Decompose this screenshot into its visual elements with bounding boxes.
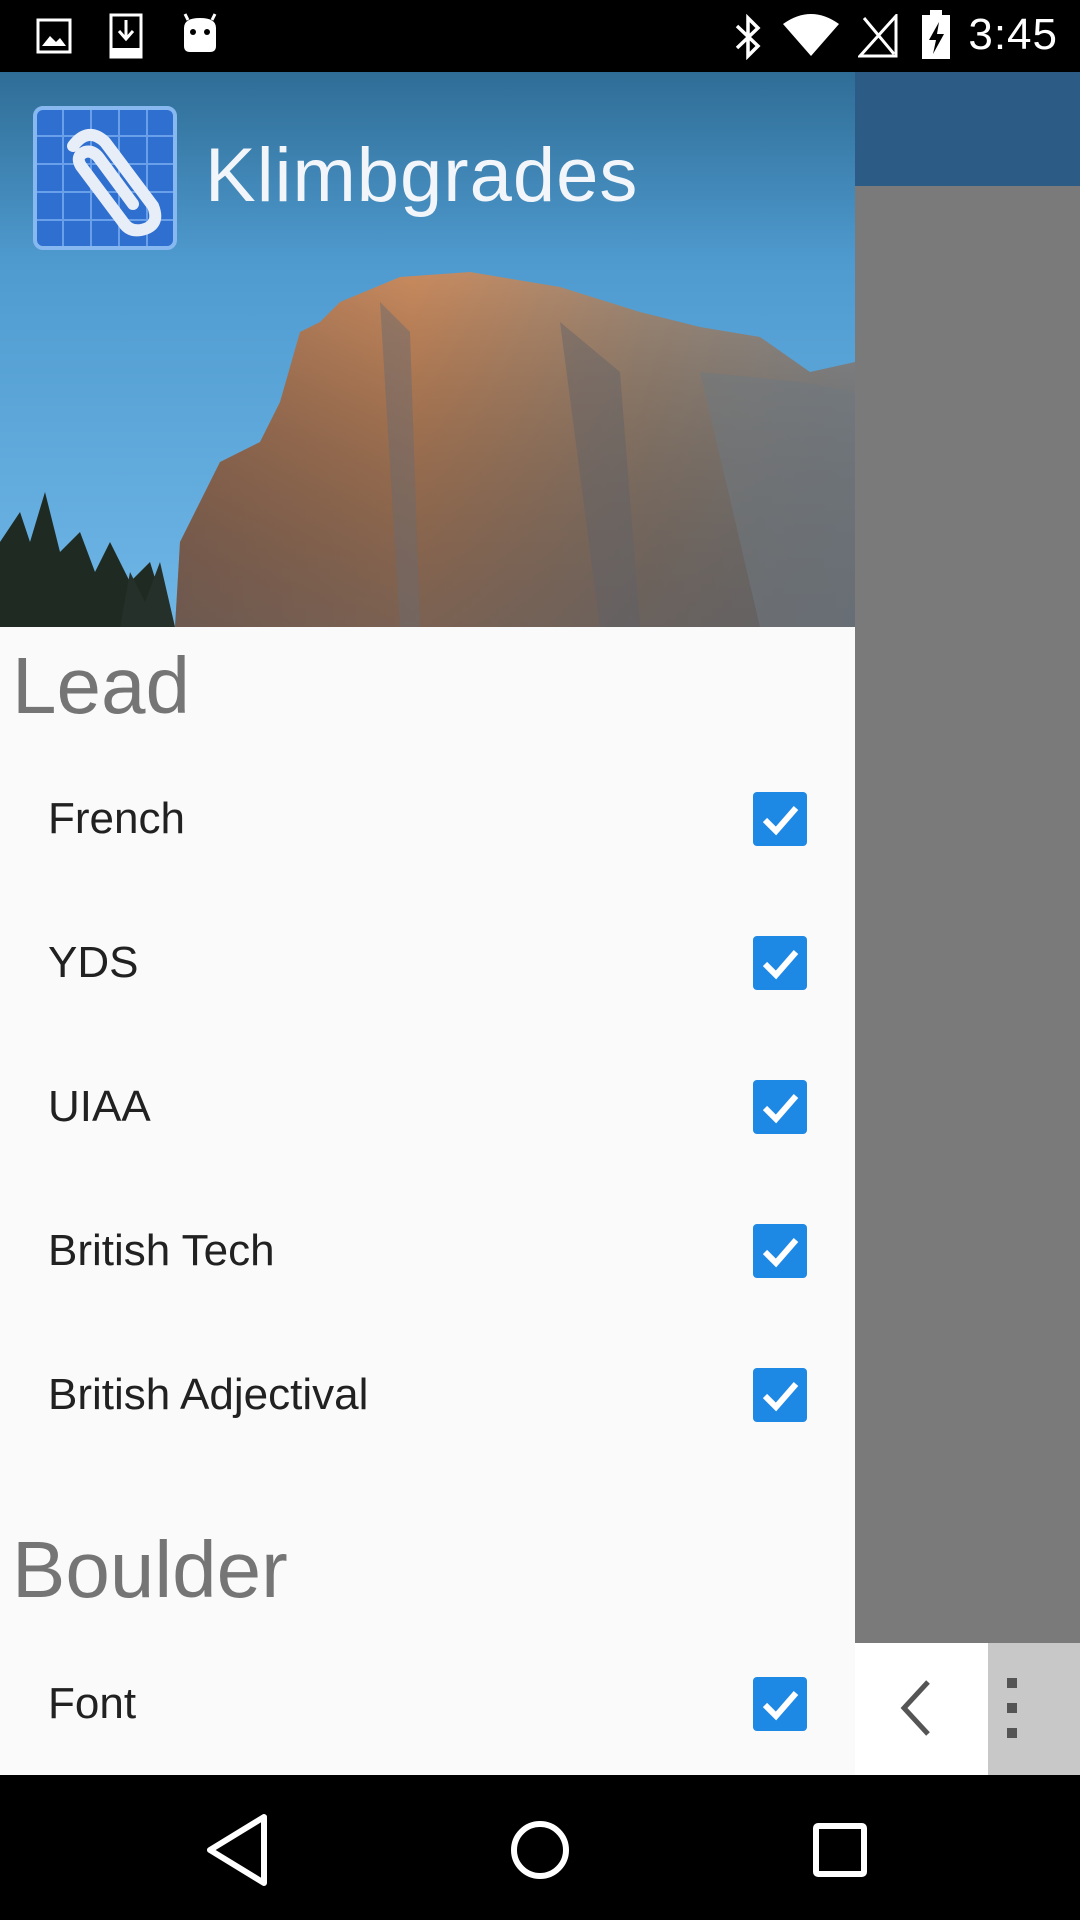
list-item-font[interactable]: Font (0, 1632, 855, 1775)
battery-charging-icon (922, 10, 950, 59)
gallery-icon (36, 18, 72, 54)
list-item-british-adjectival[interactable]: British Adjectival (0, 1323, 855, 1467)
home-icon[interactable] (495, 1805, 585, 1895)
check-icon (762, 950, 799, 980)
back-icon[interactable] (196, 1805, 286, 1895)
list-item-label: British Tech (48, 1226, 275, 1275)
list-item-label: UIAA (48, 1082, 151, 1131)
status-bar: 3:45 (0, 0, 1080, 72)
recents-icon[interactable] (795, 1805, 885, 1895)
status-time: 3:45 (968, 10, 1058, 59)
check-icon (762, 1094, 799, 1124)
list-item-uiaa[interactable]: UIAA (0, 1035, 855, 1179)
check-icon (762, 806, 799, 836)
bluetooth-icon (735, 14, 761, 60)
checkbox-british-tech[interactable] (753, 1224, 807, 1278)
list-item-label: Font (48, 1679, 137, 1728)
check-icon (762, 1691, 799, 1721)
list-item-yds[interactable]: YDS (0, 891, 855, 1035)
no-signal-icon (858, 14, 898, 58)
drawer-scrim[interactable] (855, 186, 1080, 1715)
system-nav-bar (0, 1775, 1080, 1920)
list-item-label: British Adjectival (48, 1370, 369, 1419)
checkbox-french[interactable] (753, 792, 807, 846)
check-icon (762, 1238, 799, 1268)
wifi-icon (783, 14, 839, 56)
app-title: Klimbgrades (205, 133, 639, 218)
list-item-label: French (48, 794, 185, 843)
list-item-french[interactable]: French (0, 747, 855, 891)
navigation-drawer: Klimbgrades Lead French YDS UIAA British… (0, 72, 855, 1775)
half-dome-photo: Klimbgrades (0, 72, 855, 627)
checkbox-british-adjectival[interactable] (753, 1368, 807, 1422)
app-logo-icon (33, 106, 177, 250)
checkbox-uiaa[interactable] (753, 1080, 807, 1134)
section-title-lead: Lead (12, 641, 190, 730)
download-icon (109, 13, 143, 59)
list-item-label: YDS (48, 938, 139, 987)
overflow-menu-icon[interactable] (990, 1664, 1034, 1752)
android-icon (183, 13, 217, 52)
checkbox-font[interactable] (753, 1677, 807, 1731)
list-item-british-tech[interactable]: British Tech (0, 1179, 855, 1323)
chevron-left-icon[interactable] (880, 1668, 952, 1748)
section-title-boulder: Boulder (12, 1525, 288, 1614)
checkbox-yds[interactable] (753, 936, 807, 990)
check-icon (762, 1382, 799, 1412)
